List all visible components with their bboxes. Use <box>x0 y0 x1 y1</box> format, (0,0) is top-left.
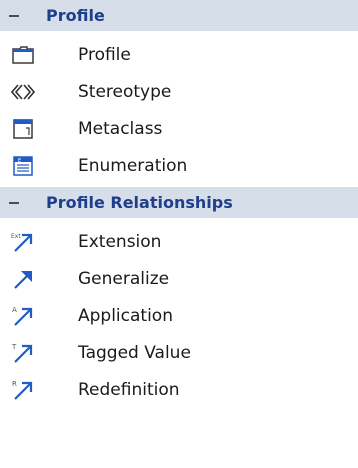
tagged-value-arrow-icon: T <box>11 341 35 365</box>
item-label: Enumeration <box>78 155 188 176</box>
toolbox-item-generalize[interactable]: Generalize <box>0 260 358 297</box>
item-label: Redefinition <box>78 379 180 400</box>
collapse-icon[interactable] <box>6 195 22 211</box>
enumeration-icon: E <box>11 154 35 178</box>
section-title: Profile Relationships <box>46 193 233 212</box>
item-label: Profile <box>78 44 131 65</box>
collapse-icon[interactable] <box>6 8 22 24</box>
application-arrow-icon: A <box>11 304 35 328</box>
svg-text:Ext: Ext <box>11 233 21 240</box>
toolbox-item-stereotype[interactable]: Stereotype <box>0 73 358 110</box>
toolbox-item-metaclass[interactable]: Metaclass <box>0 110 358 147</box>
item-label: Extension <box>78 231 162 252</box>
stereotype-icon <box>11 80 35 104</box>
section-header-profile-relationships[interactable]: Profile Relationships <box>0 187 358 218</box>
item-label: Generalize <box>78 268 170 289</box>
extension-arrow-icon: Ext <box>11 230 35 254</box>
svg-text:T: T <box>11 343 17 351</box>
section-header-profile[interactable]: Profile <box>0 0 358 31</box>
toolbox-item-tagged-value[interactable]: T Tagged Value <box>0 334 358 371</box>
generalize-arrow-icon <box>11 267 35 291</box>
svg-text:E: E <box>18 158 21 164</box>
metaclass-icon <box>11 117 35 141</box>
section-title: Profile <box>46 6 105 25</box>
item-label: Stereotype <box>78 81 172 102</box>
toolbox-item-profile[interactable]: Profile <box>0 36 358 73</box>
toolbox-item-extension[interactable]: Ext Extension <box>0 223 358 260</box>
item-label: Metaclass <box>78 118 163 139</box>
toolbox-panel: Profile Profile Stereotype Metaclass E E… <box>0 0 358 468</box>
item-label: Application <box>78 305 173 326</box>
svg-text:A: A <box>12 306 17 314</box>
redefinition-arrow-icon: R <box>11 378 35 402</box>
package-folder-icon <box>11 43 35 67</box>
item-label: Tagged Value <box>78 342 191 363</box>
svg-text:R: R <box>12 380 17 388</box>
toolbox-item-application[interactable]: A Application <box>0 297 358 334</box>
toolbox-item-enumeration[interactable]: E Enumeration <box>0 147 358 184</box>
section-items-profile-relationships: Ext Extension Generalize A Application T… <box>0 218 358 411</box>
toolbox-item-redefinition[interactable]: R Redefinition <box>0 371 358 408</box>
section-items-profile: Profile Stereotype Metaclass E Enumerati… <box>0 31 358 187</box>
